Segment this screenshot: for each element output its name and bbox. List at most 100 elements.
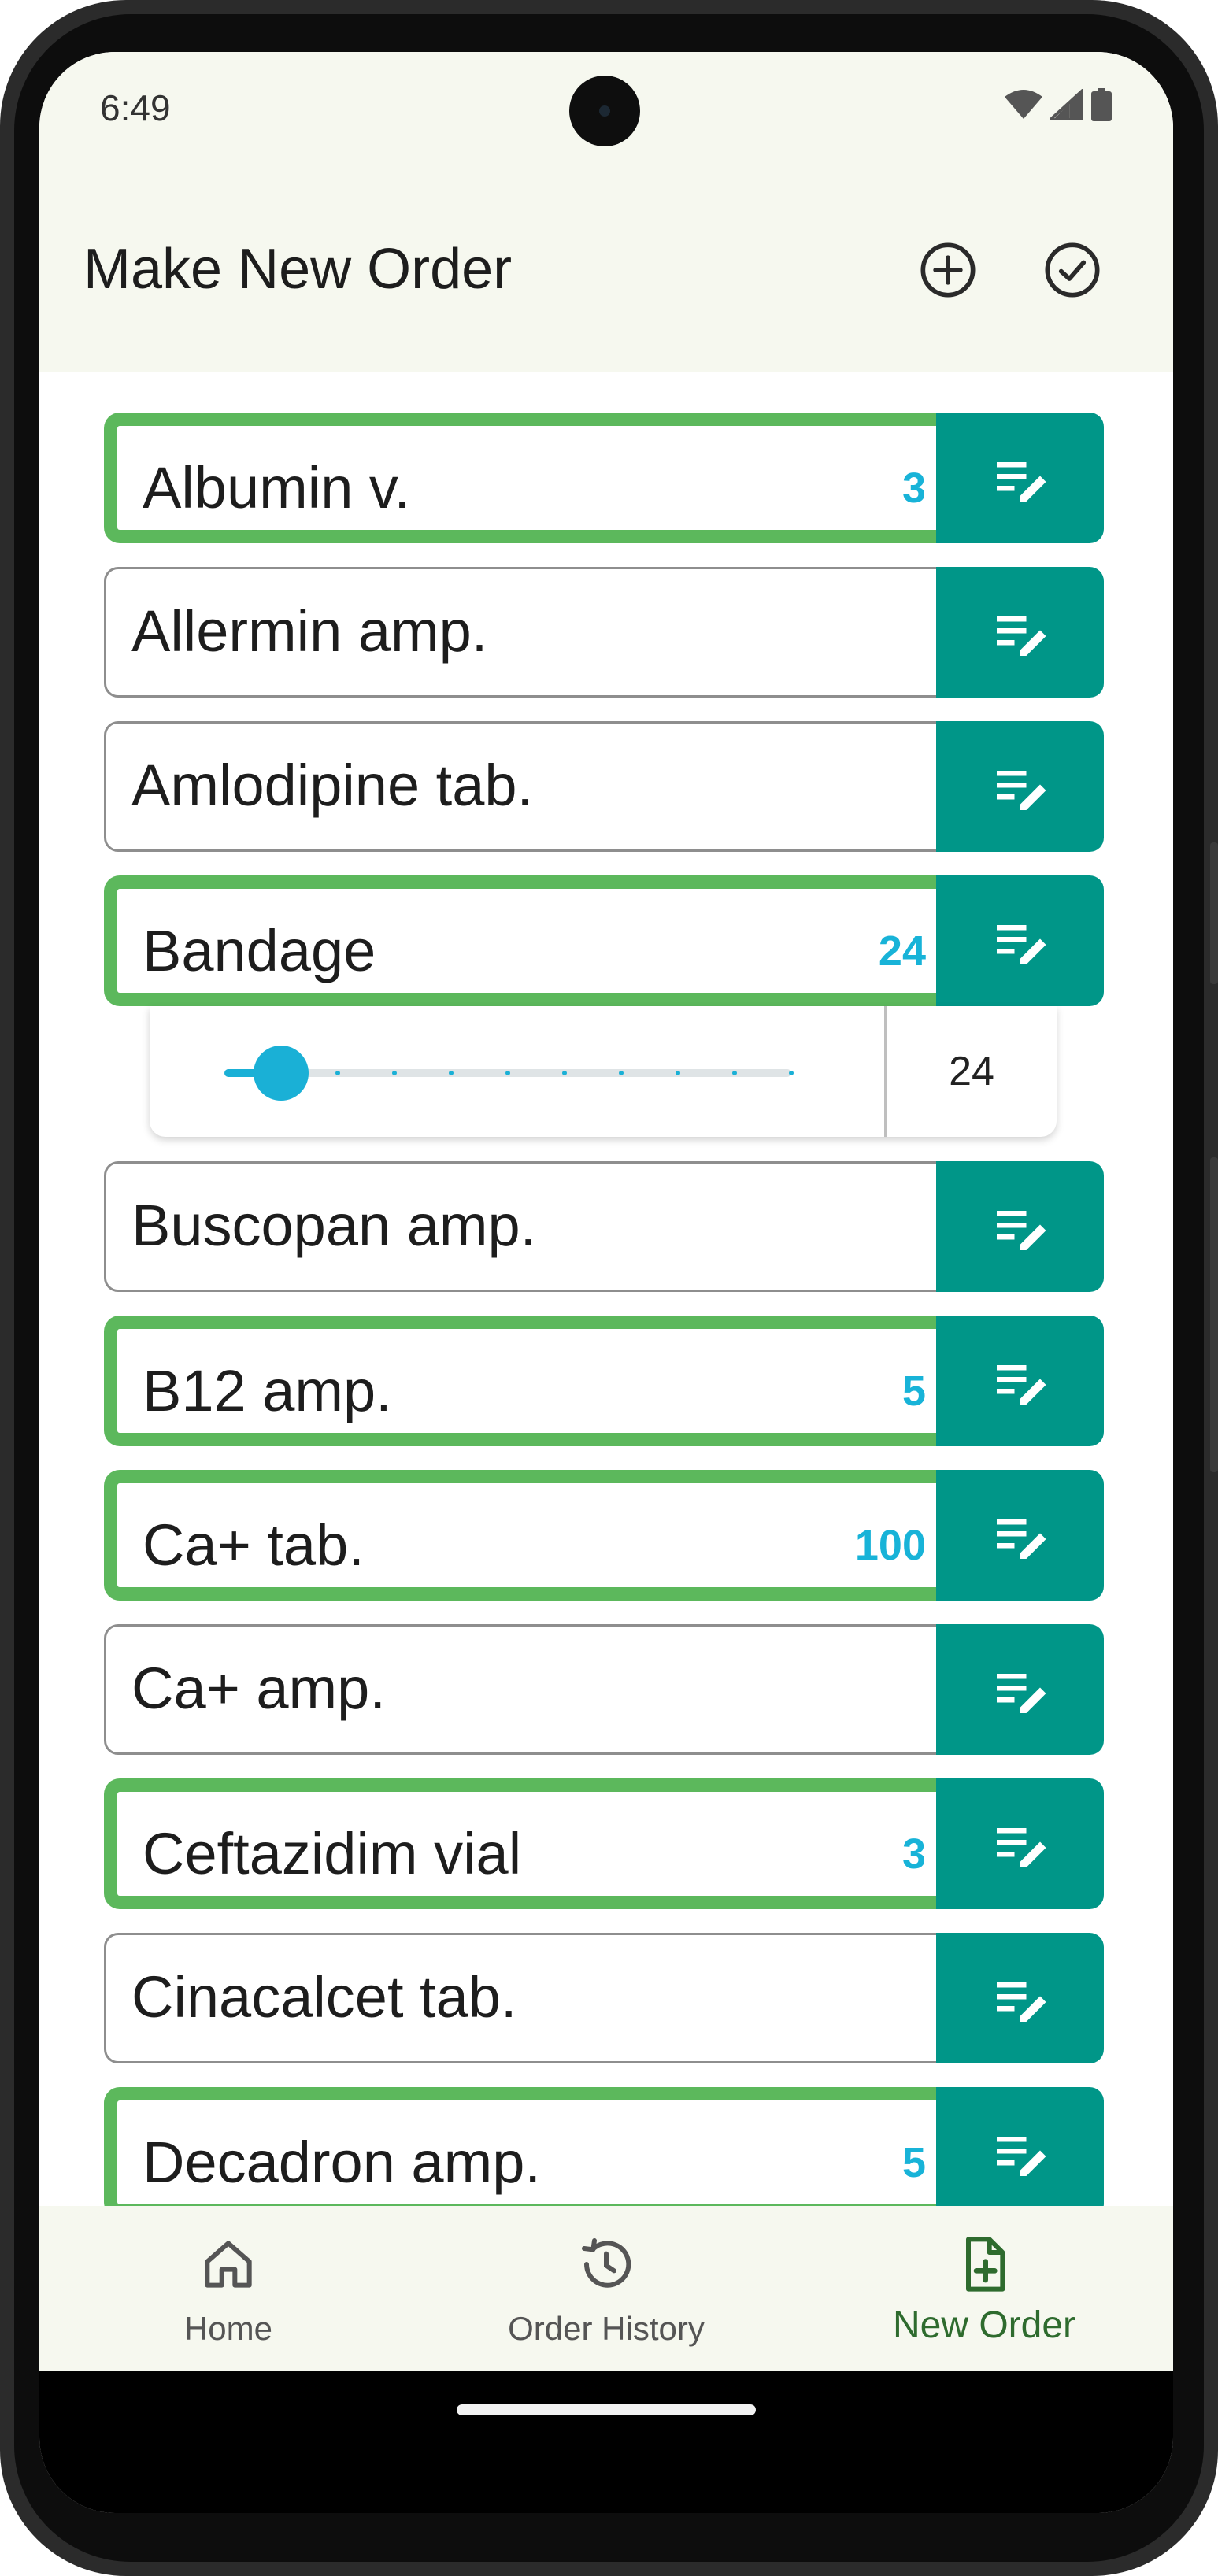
- list-item[interactable]: Ca+ tab. 100: [104, 1470, 1104, 1601]
- item-quantity: 24: [878, 927, 926, 975]
- item-name: Decadron amp.: [143, 2130, 541, 2195]
- item-field[interactable]: Albumin v. 3: [104, 413, 938, 543]
- status-bar: 6:49: [39, 52, 1173, 162]
- list-item[interactable]: Albumin v. 3: [104, 413, 1104, 543]
- bottom-navigation: Home Order History New Order: [39, 2206, 1173, 2371]
- slider-tick: [562, 1071, 567, 1075]
- item-name: Albumin v.: [143, 455, 410, 520]
- item-field[interactable]: B12 amp. 5: [104, 1316, 938, 1446]
- edit-quantity-button[interactable]: [936, 1161, 1104, 1292]
- front-camera: [569, 76, 640, 146]
- slider-tick: [335, 1071, 340, 1075]
- edit-note-icon: [996, 771, 1046, 810]
- edit-quantity-button[interactable]: [936, 1470, 1104, 1601]
- item-field[interactable]: Cinacalcet tab.: [104, 1933, 938, 2063]
- item-field[interactable]: Decadron amp. 5: [104, 2087, 938, 2206]
- item-name: Buscopan amp.: [131, 1193, 537, 1258]
- list-item[interactable]: Buscopan amp.: [104, 1161, 1104, 1292]
- edit-quantity-button[interactable]: [936, 2087, 1104, 2206]
- item-field[interactable]: Ca+ tab. 100: [104, 1470, 938, 1601]
- edit-note-icon: [996, 1365, 1046, 1405]
- item-quantity: 5: [901, 1368, 926, 1415]
- nav-new-order-label: New Order: [892, 2304, 1076, 2346]
- edit-note-icon: [996, 925, 1046, 964]
- list-item[interactable]: Allermin amp.: [104, 567, 1104, 698]
- item-name: B12 amp.: [143, 1358, 392, 1423]
- item-quantity: 5: [901, 2139, 926, 2186]
- check-circle-icon[interactable]: [1042, 240, 1102, 300]
- item-field[interactable]: Bandage 24: [104, 875, 938, 1006]
- item-field[interactable]: Ca+ amp.: [104, 1624, 938, 1755]
- status-icons: [1005, 88, 1112, 121]
- nav-history-label: Order History: [508, 2310, 705, 2347]
- edit-note-icon: [996, 1982, 1046, 2022]
- list-item[interactable]: B12 amp. 5: [104, 1316, 1104, 1446]
- slider-tick: [392, 1071, 397, 1075]
- power-button: [1210, 1157, 1218, 1472]
- item-name: Allermin amp.: [131, 598, 488, 664]
- history-icon: [582, 2238, 631, 2288]
- home-gesture-bar[interactable]: [457, 2404, 756, 2415]
- edit-quantity-button[interactable]: [936, 413, 1104, 543]
- nav-new-order[interactable]: New Order: [795, 2206, 1173, 2371]
- list-item[interactable]: Ca+ amp.: [104, 1624, 1104, 1755]
- item-name: Ca+ amp.: [131, 1656, 386, 1721]
- item-field[interactable]: Allermin amp.: [104, 567, 938, 698]
- item-name: Ca+ tab.: [143, 1512, 365, 1578]
- slider-thumb[interactable]: [254, 1046, 309, 1101]
- edit-note-icon: [996, 462, 1046, 502]
- quantity-value[interactable]: 24: [887, 1006, 1057, 1137]
- slider-tick: [505, 1071, 510, 1075]
- slider-tick: [619, 1071, 624, 1075]
- page-title: Make New Order: [83, 238, 513, 301]
- edit-quantity-button[interactable]: [936, 1624, 1104, 1755]
- edit-quantity-button[interactable]: [936, 1316, 1104, 1446]
- item-field[interactable]: Ceftazidim vial 3: [104, 1778, 938, 1909]
- battery-icon: [1091, 88, 1112, 121]
- item-name: Cinacalcet tab.: [131, 1964, 517, 2030]
- home-icon: [205, 2241, 252, 2288]
- quantity-expander: 24: [150, 1006, 1057, 1137]
- add-circle-icon[interactable]: [918, 240, 978, 300]
- item-name: Bandage: [143, 918, 376, 983]
- edit-quantity-button[interactable]: [936, 875, 1104, 1006]
- gesture-area: [39, 2371, 1173, 2513]
- slider-tick: [449, 1071, 454, 1075]
- list-item[interactable]: Decadron amp. 5: [104, 2087, 1104, 2206]
- edit-note-icon: [996, 2137, 1046, 2176]
- edit-quantity-button[interactable]: [936, 1778, 1104, 1909]
- wifi-icon: [1005, 90, 1042, 119]
- item-quantity: 3: [901, 1830, 926, 1878]
- new-document-icon: [966, 2237, 1005, 2292]
- slider-tick: [732, 1071, 737, 1075]
- item-field[interactable]: Amlodipine tab.: [104, 721, 938, 852]
- edit-quantity-button[interactable]: [936, 567, 1104, 698]
- list-item[interactable]: Bandage 24: [104, 875, 1104, 1006]
- item-name: Amlodipine tab.: [131, 753, 534, 818]
- status-time: 6:49: [100, 87, 171, 128]
- app-bar: Make New Order: [39, 162, 1173, 372]
- volume-button: [1210, 842, 1218, 984]
- nav-home-label: Home: [183, 2310, 273, 2347]
- screen: 6:49 Make New Order Albumin v. 3 Allermi…: [39, 52, 1173, 2513]
- edit-quantity-button[interactable]: [936, 1933, 1104, 2063]
- slider-tick: [789, 1071, 794, 1075]
- edit-note-icon: [996, 1519, 1046, 1559]
- nav-home[interactable]: Home: [39, 2206, 417, 2371]
- list-item[interactable]: Cinacalcet tab.: [104, 1933, 1104, 2063]
- list-item[interactable]: Amlodipine tab.: [104, 721, 1104, 852]
- edit-quantity-button[interactable]: [936, 721, 1104, 852]
- slider-tick: [676, 1071, 680, 1075]
- item-quantity: 3: [901, 464, 926, 512]
- item-quantity: 100: [854, 1522, 926, 1569]
- item-name: Ceftazidim vial: [143, 1821, 522, 1886]
- edit-note-icon: [996, 1674, 1046, 1713]
- edit-note-icon: [996, 1828, 1046, 1867]
- cellular-signal-icon: [1050, 89, 1083, 120]
- phone-frame: 6:49 Make New Order Albumin v. 3 Allermi…: [0, 0, 1218, 2576]
- edit-note-icon: [996, 1211, 1046, 1250]
- nav-order-history[interactable]: Order History: [417, 2206, 795, 2371]
- item-field[interactable]: Buscopan amp.: [104, 1161, 938, 1292]
- item-list[interactable]: Albumin v. 3 Allermin amp. Amlodipine ta…: [39, 372, 1173, 2206]
- list-item[interactable]: Ceftazidim vial 3: [104, 1778, 1104, 1909]
